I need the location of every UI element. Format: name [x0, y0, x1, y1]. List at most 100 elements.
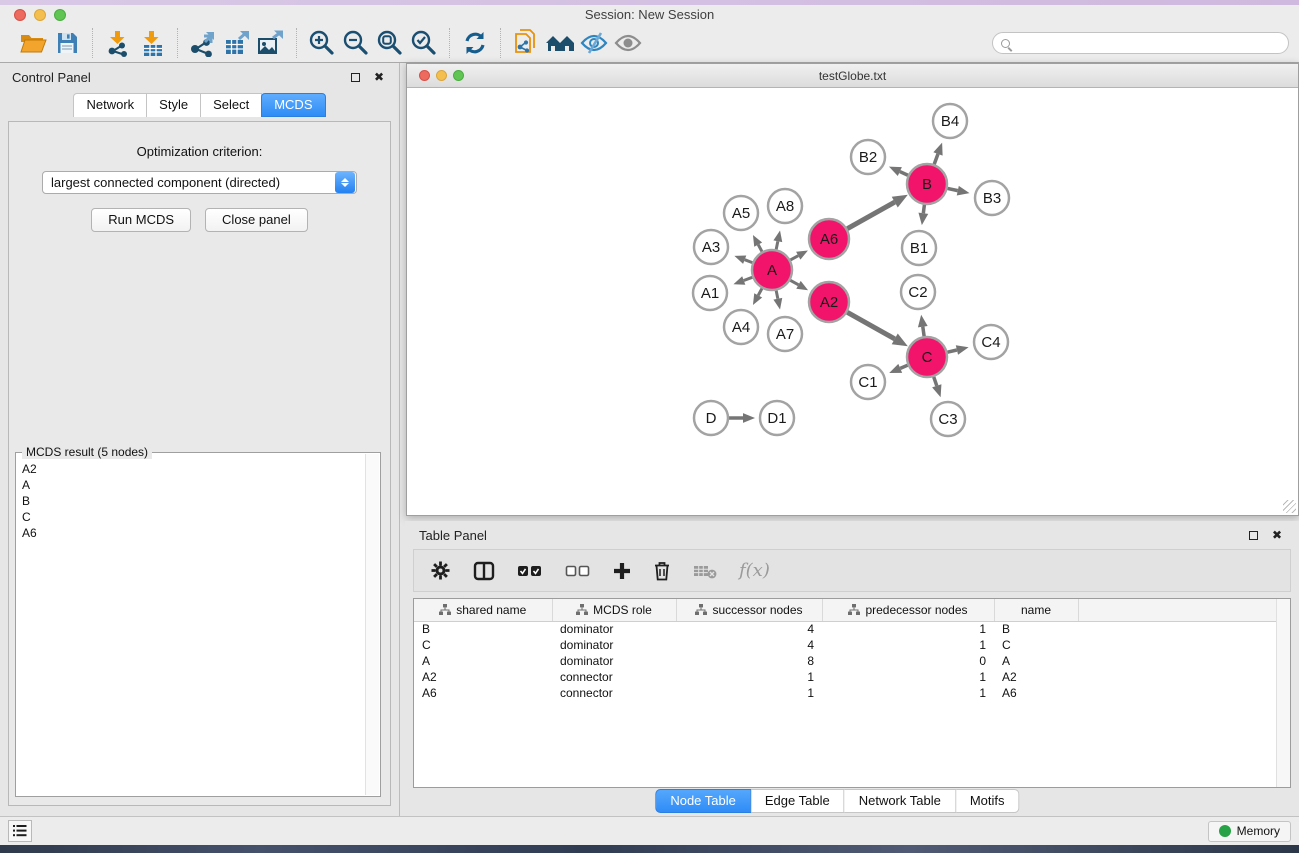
network-zoom-button[interactable] — [453, 70, 464, 81]
graph-node-B4[interactable]: B4 — [933, 104, 967, 138]
table-row[interactable]: A6connector 11 A6 — [414, 685, 1290, 701]
show-panels-list-button[interactable] — [8, 820, 32, 842]
network-minimize-button[interactable] — [436, 70, 447, 81]
tab-network-table[interactable]: Network Table — [845, 789, 956, 813]
graph-edge-A-A2[interactable] — [790, 280, 798, 285]
graph-edge-B-B2[interactable] — [900, 172, 908, 176]
select-all-columns-icon[interactable] — [517, 556, 543, 586]
network-canvas[interactable]: B4B2BB3A5A8A6B1A3AC2A1A2A4A7C4CC1C3DD1 — [407, 89, 1298, 515]
graph-node-C1[interactable]: C1 — [851, 365, 885, 399]
table-scrollbar[interactable] — [1276, 599, 1290, 787]
graph-edge-A-A6[interactable] — [790, 256, 798, 260]
graph-node-D1[interactable]: D1 — [760, 401, 794, 435]
hide-selected-icon[interactable] — [577, 27, 611, 59]
tab-mcds[interactable]: MCDS — [261, 93, 325, 117]
table-row[interactable]: Bdominator 41 B — [414, 621, 1290, 637]
result-scrollbar[interactable] — [365, 454, 379, 795]
graph-edge-B-B4[interactable] — [934, 154, 938, 164]
graph-edge-A-A4[interactable] — [758, 288, 762, 295]
float-table-panel-icon[interactable] — [1245, 527, 1261, 543]
run-mcds-button[interactable]: Run MCDS — [91, 208, 191, 232]
window-resize-grip-icon[interactable] — [1283, 500, 1296, 513]
minimize-window-button[interactable] — [34, 9, 46, 21]
tab-select[interactable]: Select — [201, 93, 262, 117]
show-column-panel-icon[interactable] — [473, 556, 495, 586]
open-file-icon[interactable] — [16, 27, 50, 59]
export-table-icon[interactable] — [220, 27, 254, 59]
network-graph[interactable]: B4B2BB3A5A8A6B1A3AC2A1A2A4A7C4CC1C3DD1 — [407, 89, 1298, 516]
save-session-icon[interactable] — [50, 27, 84, 59]
close-table-panel-icon[interactable]: ✖ — [1269, 527, 1285, 543]
table-row[interactable]: Cdominator 41 C — [414, 637, 1290, 653]
zoom-fit-icon[interactable] — [373, 27, 407, 59]
import-table-icon[interactable] — [135, 27, 169, 59]
graph-node-A2[interactable]: A2 — [809, 282, 849, 322]
column-header-successor-nodes[interactable]: successor nodes — [676, 599, 822, 621]
tab-motifs[interactable]: Motifs — [956, 789, 1020, 813]
column-header-shared-name[interactable]: shared name — [414, 599, 552, 621]
graph-node-A[interactable]: A — [752, 250, 792, 290]
graph-node-A6[interactable]: A6 — [809, 219, 849, 259]
graph-node-A4[interactable]: A4 — [724, 310, 758, 344]
graph-node-A3[interactable]: A3 — [694, 230, 728, 264]
import-network-icon[interactable] — [101, 27, 135, 59]
zoom-window-button[interactable] — [54, 9, 66, 21]
zoom-out-icon[interactable] — [339, 27, 373, 59]
graph-edge-A-A1[interactable] — [744, 277, 753, 280]
refresh-icon[interactable] — [458, 27, 492, 59]
graph-node-B1[interactable]: B1 — [902, 231, 936, 265]
tab-style[interactable]: Style — [147, 93, 201, 117]
graph-node-C3[interactable]: C3 — [931, 402, 965, 436]
create-column-icon[interactable] — [613, 556, 631, 586]
graph-node-D[interactable]: D — [694, 401, 728, 435]
mcds-result-item[interactable]: C — [22, 509, 364, 525]
column-header-name[interactable]: name — [994, 599, 1078, 621]
tab-edge-table[interactable]: Edge Table — [751, 789, 845, 813]
graph-edge-B-B3[interactable] — [948, 188, 958, 190]
unselect-all-columns-icon[interactable] — [565, 556, 591, 586]
graph-node-A5[interactable]: A5 — [724, 196, 758, 230]
graph-edge-C-C4[interactable] — [947, 350, 956, 352]
graph-edge-C-C3[interactable] — [934, 377, 937, 386]
graph-edge-A6-B[interactable] — [847, 202, 894, 229]
close-panel-button[interactable]: Close panel — [205, 208, 308, 232]
search-field[interactable] — [992, 32, 1289, 54]
search-input[interactable] — [1016, 34, 1288, 52]
criterion-select[interactable]: largest connected component (directed) — [42, 171, 357, 194]
graph-node-C4[interactable]: C4 — [974, 325, 1008, 359]
memory-button[interactable]: Memory — [1208, 821, 1291, 842]
graph-edge-A-A5[interactable] — [758, 245, 762, 252]
table-row[interactable]: Adominator 80 A — [414, 653, 1290, 669]
graph-edge-B-B1[interactable] — [923, 205, 924, 213]
graph-edge-C-C2[interactable] — [923, 327, 924, 337]
close-panel-icon[interactable]: ✖ — [371, 69, 387, 85]
function-builder-icon[interactable]: f(x) — [739, 556, 770, 586]
tab-node-table[interactable]: Node Table — [655, 789, 751, 813]
float-panel-icon[interactable] — [347, 69, 363, 85]
graph-node-A1[interactable]: A1 — [693, 276, 727, 310]
column-header-predecessor-nodes[interactable]: predecessor nodes — [822, 599, 994, 621]
table-row[interactable]: A2connector 11 A2 — [414, 669, 1290, 685]
zoom-selected-icon[interactable] — [407, 27, 441, 59]
graph-edge-A-A8[interactable] — [776, 241, 778, 249]
network-window-titlebar[interactable]: testGlobe.txt — [407, 64, 1298, 88]
new-network-from-selection-icon[interactable] — [509, 27, 543, 59]
mcds-result-list[interactable]: A2 A B C A6 — [22, 461, 364, 794]
export-image-icon[interactable] — [254, 27, 288, 59]
first-neighbors-icon[interactable] — [543, 27, 577, 59]
mcds-result-item[interactable]: A2 — [22, 461, 364, 477]
close-window-button[interactable] — [14, 9, 26, 21]
zoom-in-icon[interactable] — [305, 27, 339, 59]
graph-node-B[interactable]: B — [907, 164, 947, 204]
network-close-button[interactable] — [419, 70, 430, 81]
mcds-result-item[interactable]: A6 — [22, 525, 364, 541]
tab-network[interactable]: Network — [73, 93, 147, 117]
graph-node-C2[interactable]: C2 — [901, 275, 935, 309]
mcds-result-item[interactable]: A — [22, 477, 364, 493]
delete-table-icon[interactable] — [693, 556, 717, 586]
graph-node-A8[interactable]: A8 — [768, 189, 802, 223]
mcds-result-item[interactable]: B — [22, 493, 364, 509]
graph-edge-A2-C[interactable] — [847, 312, 894, 339]
show-all-icon[interactable] — [611, 27, 645, 59]
table-settings-gear-icon[interactable] — [430, 556, 451, 586]
